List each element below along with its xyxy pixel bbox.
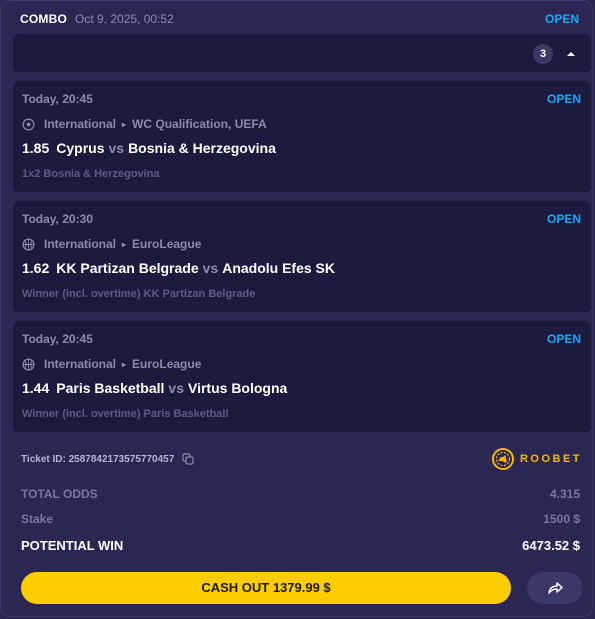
selection-odds: 1.85 (22, 140, 50, 156)
chevron-up-icon[interactable] (561, 44, 581, 64)
league-category: International (44, 357, 117, 371)
bet-market: 1x2 Bosnia & Herzegovina (22, 168, 160, 180)
event-time: Today, 20:45 (22, 92, 93, 106)
bet-type-label: COMBO (20, 12, 67, 26)
selections-count-badge: 3 (533, 44, 553, 64)
cashout-button[interactable]: CASH OUT 1379.99 $ (21, 572, 511, 604)
home-team: Paris Basketball (56, 380, 165, 396)
selections-toggle[interactable]: 3 (13, 34, 591, 72)
event-match: 1.85 Cyprus vs Bosnia & Herzegovina (22, 140, 276, 156)
home-team: Cyprus (56, 140, 105, 156)
brand-name: ROOBET (519, 453, 582, 465)
league-category: International (44, 237, 117, 251)
versus-label: vs (168, 380, 184, 396)
versus-label: vs (108, 140, 125, 156)
stake-row: Stake 1500 $ (21, 512, 580, 526)
away-team: Anadolu Efes SK (222, 260, 335, 276)
event-league: International ▸ WC Qualification, UEFA (22, 117, 267, 131)
league-name: WC Qualification, UEFA (132, 117, 267, 131)
breadcrumb-separator-icon: ▸ (122, 119, 127, 129)
bet-market: Winner (incl. overtime) KK Partizan Belg… (22, 288, 256, 300)
ticket-status-badge: OPEN (544, 12, 579, 26)
ticket-id: Ticket ID: 2587842173575770457 (21, 453, 194, 465)
basketball-icon (22, 358, 35, 370)
roobet-logo-icon (491, 448, 514, 470)
basketball-icon (22, 238, 35, 250)
total-odds-value: 4.315 (549, 487, 580, 501)
potential-win-label: POTENTIAL WIN (21, 538, 124, 553)
breadcrumb-separator-icon: ▸ (122, 359, 127, 369)
selection-odds: 1.44 (22, 380, 50, 396)
brand: ROOBET (491, 448, 582, 470)
league-name: EuroLeague (132, 237, 202, 251)
bet-market: Winner (incl. overtime) Paris Basketball (22, 408, 229, 420)
event-time: Today, 20:45 (22, 332, 93, 346)
event-league: International ▸ EuroLeague (22, 357, 201, 371)
share-button[interactable] (527, 572, 583, 604)
soccer-ball-icon (22, 118, 35, 130)
bet-ticket: COMBO Oct 9, 2025, 00:52 OPEN 3 Today, 2… (0, 0, 593, 617)
selection-status-badge: OPEN (546, 332, 581, 346)
copy-icon[interactable] (182, 453, 194, 465)
selection-status-badge: OPEN (546, 212, 581, 226)
event-league: International ▸ EuroLeague (22, 237, 201, 251)
event-match: 1.44 Paris Basketball vs Virtus Bologna (22, 380, 287, 396)
share-arrow-icon (548, 582, 563, 594)
total-odds-row: TOTAL ODDS 4.315 (21, 487, 580, 501)
stake-label: Stake (21, 512, 54, 526)
bet-selection-card[interactable]: Today, 20:30 OPEN International ▸ EuroLe… (13, 201, 591, 312)
potential-win-value: 6473.52 $ (522, 538, 580, 553)
total-odds-label: TOTAL ODDS (21, 487, 98, 501)
bet-selection-card[interactable]: Today, 20:45 OPEN International ▸ WC Qua… (13, 81, 591, 192)
home-team: KK Partizan Belgrade (56, 260, 199, 276)
ticket-header: COMBO Oct 9, 2025, 00:52 OPEN (20, 10, 579, 28)
stake-value: 1500 $ (543, 512, 580, 526)
event-match: 1.62 KK Partizan Belgrade vs Anadolu Efe… (22, 260, 335, 276)
breadcrumb-separator-icon: ▸ (122, 239, 127, 249)
away-team: Virtus Bologna (188, 380, 288, 396)
potential-win-row: POTENTIAL WIN 6473.52 $ (21, 538, 580, 553)
ticket-id-text: Ticket ID: 2587842173575770457 (21, 453, 175, 465)
away-team: Bosnia & Herzegovina (128, 140, 276, 156)
selection-odds: 1.62 (22, 260, 50, 276)
event-time: Today, 20:30 (22, 212, 93, 226)
selection-status-badge: OPEN (546, 92, 581, 106)
league-name: EuroLeague (132, 357, 202, 371)
league-category: International (44, 117, 117, 131)
versus-label: vs (202, 260, 219, 276)
placed-datetime: Oct 9, 2025, 00:52 (75, 12, 174, 26)
bet-selection-card[interactable]: Today, 20:45 OPEN International ▸ EuroLe… (13, 321, 591, 432)
